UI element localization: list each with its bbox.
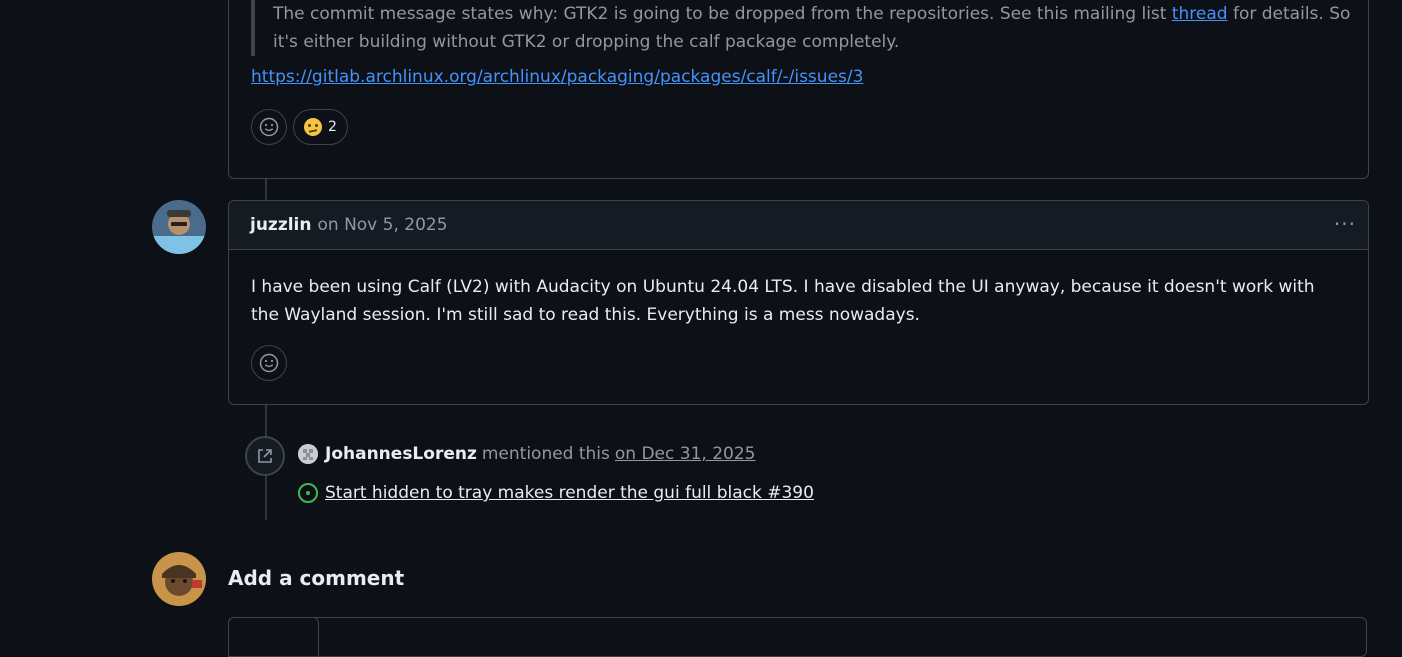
referenced-issue: Start hidden to tray makes render the gu… xyxy=(298,483,814,503)
mention-event: JohannesLorenz mentioned this on Dec 31,… xyxy=(298,444,755,464)
event-user[interactable]: JohannesLorenz xyxy=(325,444,477,464)
thread-link[interactable]: thread xyxy=(1172,4,1228,24)
comment-header: juzzlin on Nov 5, 2025 ··· xyxy=(229,201,1368,250)
comment-date[interactable]: on Nov 5, 2025 xyxy=(317,215,447,235)
avatar-image xyxy=(152,200,206,254)
avatar-juzzlin[interactable] xyxy=(152,200,206,254)
identicon-icon xyxy=(298,444,318,464)
gitlab-issue-link[interactable]: https://gitlab.archlinux.org/archlinux/p… xyxy=(251,67,863,87)
current-user-avatar[interactable] xyxy=(152,552,206,606)
comment-juzzlin: juzzlin on Nov 5, 2025 ··· I have been u… xyxy=(228,200,1369,405)
issue-opened-icon xyxy=(298,483,318,503)
comment-author[interactable]: juzzlin xyxy=(250,215,311,235)
event-action: mentioned this xyxy=(481,444,610,464)
comment-body: I have been using Calf (LV2) with Audaci… xyxy=(251,277,1315,325)
reaction-count: 2 xyxy=(328,119,337,135)
add-reaction-button[interactable] xyxy=(251,345,287,381)
smiley-icon xyxy=(259,353,279,373)
quote-text: The commit message states why: GTK2 is g… xyxy=(273,4,1172,24)
referenced-issue-link[interactable]: Start hidden to tray makes render the gu… xyxy=(325,483,814,503)
comment-menu-button[interactable]: ··· xyxy=(1334,214,1356,234)
issue-link-line: https://gitlab.archlinux.org/archlinux/p… xyxy=(251,67,863,87)
previous-comment: The commit message states why: GTK2 is g… xyxy=(228,0,1369,179)
confused-emoji-icon xyxy=(304,118,322,136)
smiley-icon xyxy=(259,117,279,137)
write-tab[interactable] xyxy=(228,617,319,657)
add-reaction-button[interactable] xyxy=(251,109,287,145)
confused-reaction[interactable]: 2 xyxy=(293,109,348,145)
cross-reference-event-icon xyxy=(245,436,285,476)
external-link-icon xyxy=(258,449,272,463)
add-comment-heading: Add a comment xyxy=(228,566,405,590)
timeline-line xyxy=(265,178,267,200)
blockquote: The commit message states why: GTK2 is g… xyxy=(251,0,1363,56)
timeline-line xyxy=(265,476,267,520)
mini-avatar-johanneslorenz[interactable] xyxy=(298,444,318,464)
event-date-link[interactable]: on Dec 31, 2025 xyxy=(615,444,756,464)
timeline-line xyxy=(265,403,267,436)
avatar-image xyxy=(152,552,206,606)
reactions: 2 xyxy=(251,109,348,145)
comment-editor[interactable] xyxy=(228,617,1367,657)
